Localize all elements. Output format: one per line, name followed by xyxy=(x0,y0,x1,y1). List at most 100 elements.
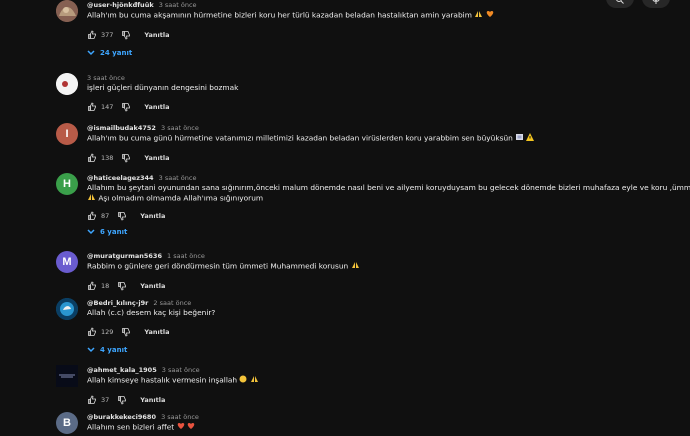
like-icon[interactable] xyxy=(87,30,97,40)
comment-text: Allah'ım bu cuma günü hürmetine vatanımı… xyxy=(87,133,690,144)
comment-author[interactable]: @burakkekeci9680 xyxy=(87,413,156,421)
replies-label: 6 yanıt xyxy=(100,228,128,236)
comment-time[interactable]: 3 saat önce xyxy=(161,124,199,132)
like-icon[interactable] xyxy=(87,153,97,163)
avatar-letter: I xyxy=(65,128,69,140)
dislike-icon[interactable] xyxy=(117,281,127,291)
dislike-icon[interactable] xyxy=(121,327,131,337)
comment-meta: @ismailbudak4752 3 saat önce xyxy=(87,124,690,133)
comment-author[interactable]: @ismailbudak4752 xyxy=(87,124,156,132)
view-replies-button[interactable]: 6 yanıt xyxy=(87,228,690,236)
comment-actions: 18 Yanıtla xyxy=(87,280,690,292)
praying-hands-emoji-icon xyxy=(474,10,483,21)
comment-body: @muratgurman5636 1 saat önce Rabbim o gü… xyxy=(87,252,690,292)
comment-time[interactable]: 3 saat önce xyxy=(87,74,125,82)
comment-body: @ahmet_kala_1905 3 saat önce Allah kimse… xyxy=(87,366,690,406)
comment-author[interactable]: @haticeelagez344 xyxy=(87,174,154,182)
comment-text: Allah (c.c) desem kaç kişi beğenir? xyxy=(87,308,690,318)
red-heart-emoji-icon xyxy=(187,422,195,433)
view-replies-button[interactable]: 24 yanıt xyxy=(87,49,690,57)
praying-hands-emoji-icon xyxy=(87,193,96,204)
comment-text-content: Allah (c.c) desem kaç kişi beğenir? xyxy=(87,308,216,317)
reply-button[interactable]: Yanıtla xyxy=(144,31,169,39)
dislike-icon[interactable] xyxy=(117,211,127,221)
like-count: 18 xyxy=(101,282,110,290)
avatar[interactable]: I xyxy=(56,123,78,145)
red-heart-emoji-icon xyxy=(177,422,185,433)
like-icon[interactable] xyxy=(87,327,97,337)
comment-time[interactable]: 2 saat önce xyxy=(153,299,191,307)
like-icon[interactable] xyxy=(87,281,97,291)
comment-actions: 87 Yanıtla xyxy=(87,210,690,222)
reply-button[interactable]: Yanıtla xyxy=(140,212,165,220)
comment-meta: @ahmet_kala_1905 3 saat önce xyxy=(87,366,690,375)
comment-time[interactable]: 3 saat önce xyxy=(161,413,199,421)
like-count: 129 xyxy=(101,328,114,336)
reply-button[interactable]: Yanıtla xyxy=(140,282,165,290)
dislike-icon[interactable] xyxy=(117,395,127,405)
avatar[interactable]: H xyxy=(56,173,78,195)
comment-time[interactable]: 3 saat önce xyxy=(159,174,197,182)
like-icon[interactable] xyxy=(87,102,97,112)
comment-body: @user-hjönkđfuük 3 saat önce Allah'ım bu… xyxy=(87,1,690,57)
smile-emoji-icon xyxy=(239,375,247,386)
avatar[interactable]: B xyxy=(56,412,78,434)
comment-author[interactable]: @ahmet_kala_1905 xyxy=(87,366,157,374)
comment-meta: @user-hjönkđfuük 3 saat önce xyxy=(87,1,690,10)
avatar[interactable] xyxy=(56,73,78,95)
comment-text-content: Allahım sen bizleri affet xyxy=(87,422,175,432)
praying-hands-emoji-icon xyxy=(351,261,360,272)
comment-actions: 377 Yanıtla xyxy=(87,29,690,41)
reply-button[interactable]: Yanıtla xyxy=(144,154,169,162)
like-count: 87 xyxy=(101,212,110,220)
comment-meta: @Bedri_kılınç-j9r 2 saat önce xyxy=(87,299,690,308)
comment-actions: 147 Yanıtla xyxy=(87,101,690,113)
comment-body: @burakkekeci9680 3 saat önce Allahım sen… xyxy=(87,413,690,433)
comment-author[interactable]: @Bedri_kılınç-j9r xyxy=(87,299,148,307)
comment-time[interactable]: 3 saat önce xyxy=(162,366,200,374)
comment-body: @ismailbudak4752 3 saat önce Allah'ım bu… xyxy=(87,124,690,164)
warning-icon xyxy=(525,133,534,144)
avatar[interactable] xyxy=(56,0,78,22)
comment-text: Allahım sen bizleri affet xyxy=(87,422,690,433)
like-icon[interactable] xyxy=(87,211,97,221)
comment-meta: 3 saat önce xyxy=(87,74,690,83)
like-icon[interactable] xyxy=(87,395,97,405)
reply-button[interactable]: Yanıtla xyxy=(140,396,165,404)
comment-text: Allah kimseye hastalık vermesin inşallah xyxy=(87,375,690,386)
avatar[interactable]: M xyxy=(56,251,78,273)
replies-label: 4 yanıt xyxy=(100,346,128,354)
dislike-icon[interactable] xyxy=(121,153,131,163)
youtube-comments-screen: @user-hjönkđfuük 3 saat önce Allah'ım bu… xyxy=(0,0,690,436)
comment-author[interactable]: @muratgurman5636 xyxy=(87,252,162,260)
comment-actions: 129 Yanıtla xyxy=(87,326,690,338)
comment-text: Allahım bu şeytani oyunundan sana sığını… xyxy=(87,183,690,193)
comment-text-line-1: Allahım bu şeytani oyunundan sana sığını… xyxy=(87,183,690,192)
comment-text-content: Allah kimseye hastalık vermesin inşallah xyxy=(87,375,238,385)
comment-text: Rabbim o günlere geri döndürmesin tüm üm… xyxy=(87,261,690,272)
like-count: 138 xyxy=(101,154,114,162)
comment-time[interactable]: 1 saat önce xyxy=(167,252,205,260)
avatar-letter: B xyxy=(63,417,71,429)
dislike-icon[interactable] xyxy=(121,30,131,40)
avatar-letter: M xyxy=(62,256,72,268)
comment-time[interactable]: 3 saat önce xyxy=(159,1,197,9)
reply-button[interactable]: Yanıtla xyxy=(144,103,169,111)
comment-text-content: işleri güçleri dünyanın dengesini bozmak xyxy=(87,83,239,92)
comment-text-content: Allah'ım bu cuma günü hürmetine vatanımı… xyxy=(87,133,513,143)
comment-author[interactable]: @user-hjönkđfuük xyxy=(87,1,154,9)
avatar[interactable] xyxy=(56,365,78,387)
like-count: 37 xyxy=(101,396,110,404)
comment-text: işleri güçleri dünyanın dengesini bozmak xyxy=(87,83,690,93)
view-replies-button[interactable]: 4 yanıt xyxy=(87,346,690,354)
avatar-letter: H xyxy=(63,178,71,190)
dislike-icon[interactable] xyxy=(121,102,131,112)
flag-emoji-icon xyxy=(515,133,524,144)
comment-meta: @burakkekeci9680 3 saat önce xyxy=(87,413,690,422)
comment-text-content: Rabbim o günlere geri döndürmesin tüm üm… xyxy=(87,261,349,271)
like-count: 377 xyxy=(101,31,114,39)
avatar[interactable] xyxy=(56,298,78,320)
replies-label: 24 yanıt xyxy=(100,49,133,57)
comment-meta: @muratgurman5636 1 saat önce xyxy=(87,252,690,261)
reply-button[interactable]: Yanıtla xyxy=(144,328,169,336)
